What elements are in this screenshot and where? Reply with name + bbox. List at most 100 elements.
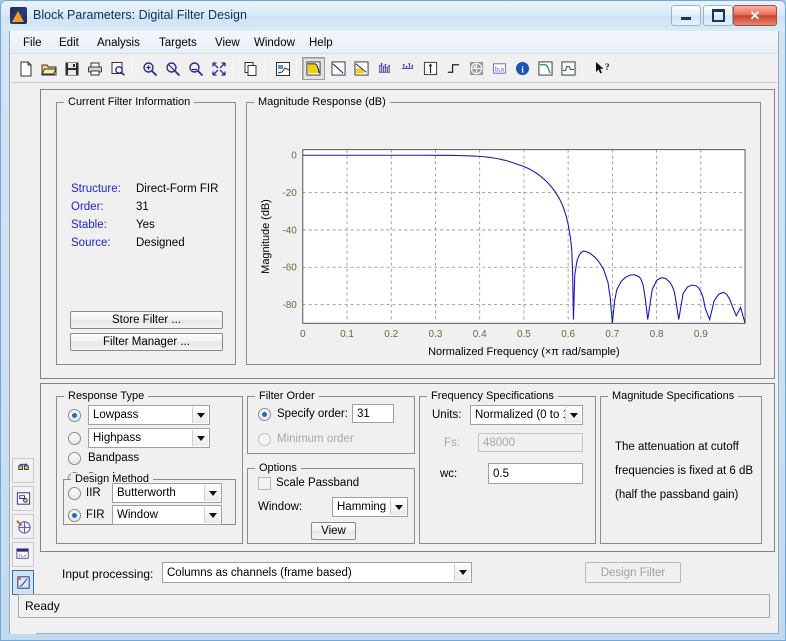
filter-specifications-icon[interactable]	[271, 57, 294, 80]
units-label: Units:	[432, 409, 461, 421]
source-label: Source:	[71, 237, 111, 249]
source-value: Designed	[136, 237, 185, 249]
chevron-down-icon[interactable]	[565, 407, 581, 423]
view-button[interactable]: View	[311, 522, 356, 540]
window-combo-value: Hamming	[337, 501, 386, 513]
units-combo[interactable]: Normalized (0 to 1)	[470, 405, 583, 425]
save-icon[interactable]	[60, 57, 83, 80]
svg-text:0.9: 0.9	[694, 329, 708, 340]
phase-delay-icon[interactable]	[396, 57, 419, 80]
design-filter-button[interactable]: Design Filter	[585, 562, 681, 583]
iir-method-combo[interactable]: Butterworth	[112, 483, 222, 503]
svg-text:0.3: 0.3	[429, 329, 443, 340]
svg-text:0.7: 0.7	[605, 329, 619, 340]
minimize-icon	[672, 6, 700, 25]
radio-fir[interactable]	[68, 509, 81, 522]
wc-label: wc:	[440, 468, 457, 480]
radio-iir[interactable]	[68, 487, 81, 500]
impulse-response-icon[interactable]	[419, 57, 442, 80]
menu-edit[interactable]: Edit	[52, 35, 86, 51]
chevron-down-icon[interactable]	[204, 485, 220, 501]
context-help-icon[interactable]: ?	[589, 57, 612, 80]
new-file-icon[interactable]	[14, 57, 37, 80]
pole-zero-editor-icon[interactable]	[12, 514, 34, 539]
group-delay-icon[interactable]	[373, 57, 396, 80]
bottom-row: Input processing: Columns as channels (f…	[40, 558, 775, 588]
print-preview-icon[interactable]	[106, 57, 129, 80]
close-button[interactable]: ✕	[733, 5, 777, 26]
lowpass-combo[interactable]: Lowpass	[88, 405, 210, 425]
full-view-icon[interactable]	[207, 57, 230, 80]
zoom-in-icon[interactable]	[138, 57, 161, 80]
phase-response-icon[interactable]	[327, 57, 350, 80]
magnitude-and-phase-icon[interactable]	[350, 57, 373, 80]
copy-icon[interactable]	[239, 57, 262, 80]
magnitude-response-chart[interactable]: 00.10.20.30.40.50.60.70.80.90-20-40-60-8…	[247, 103, 760, 364]
magnitude-response-icon[interactable]	[302, 57, 325, 80]
menu-window[interactable]: Window	[247, 35, 302, 51]
chevron-down-icon[interactable]	[192, 407, 208, 423]
set-quantization-parameters-icon[interactable]: b,a	[12, 542, 34, 567]
radio-minimum-order[interactable]	[258, 433, 271, 446]
maximize-button[interactable]	[703, 5, 733, 26]
menu-analysis[interactable]: Analysis	[90, 35, 147, 51]
input-processing-value: Columns as channels (frame based)	[167, 567, 352, 579]
order-label: Order:	[71, 201, 104, 213]
pole-zero-plot-icon[interactable]	[465, 57, 488, 80]
input-processing-label: Input processing:	[62, 567, 153, 581]
label-fir: FIR	[86, 509, 105, 521]
store-filter-button[interactable]: Store Filter ...	[70, 311, 223, 329]
filter-manager-button[interactable]: Filter Manager ...	[70, 333, 223, 351]
scale-passband-checkbox[interactable]	[258, 477, 271, 490]
application-window: Block Parameters: Digital Filter Design …	[0, 0, 786, 641]
svg-text:0.8: 0.8	[650, 329, 664, 340]
open-file-icon[interactable]	[37, 57, 60, 80]
magnitude-response-estimate-icon[interactable]	[534, 57, 557, 80]
chevron-down-icon[interactable]	[204, 507, 220, 523]
chevron-down-icon[interactable]	[390, 499, 406, 515]
client-area: File Edit Analysis Targets View Window H…	[9, 31, 779, 634]
menu-file[interactable]: File	[16, 35, 49, 51]
fir-method-value: Window	[117, 509, 158, 521]
import-filter-icon[interactable]	[12, 486, 34, 511]
structure-label: Structure:	[71, 183, 121, 195]
menu-view[interactable]: View	[208, 35, 247, 51]
round-off-noise-power-icon[interactable]	[557, 57, 580, 80]
radio-highpass[interactable]	[68, 432, 81, 445]
design-filter-icon[interactable]	[12, 458, 34, 483]
highpass-combo[interactable]: Highpass	[88, 428, 210, 448]
magnitude-spec-line-3: (half the passband gain)	[615, 489, 738, 501]
fs-input[interactable]: 48000	[478, 433, 583, 452]
window-combo[interactable]: Hamming	[332, 497, 408, 517]
toolbar: b,a i ?	[10, 54, 778, 83]
window-title: Block Parameters: Digital Filter Design	[33, 8, 247, 22]
fs-label: Fs:	[444, 437, 460, 449]
wc-input[interactable]: 0.5	[488, 463, 583, 484]
minimize-button[interactable]	[671, 5, 701, 26]
radio-lowpass[interactable]	[68, 409, 81, 422]
fir-method-combo[interactable]: Window	[112, 505, 222, 525]
wc-input-value: 0.5	[493, 468, 509, 480]
filter-coefficients-icon[interactable]: b,a	[488, 57, 511, 80]
chevron-down-icon[interactable]	[192, 430, 208, 446]
filter-information-icon[interactable]: i	[511, 57, 534, 80]
window-label: Window:	[258, 501, 302, 513]
radio-specify-order[interactable]	[258, 408, 271, 421]
filter-order-legend: Filter Order	[255, 390, 319, 402]
magnitude-specifications-panel: Magnitude Specifications The attenuation…	[600, 396, 762, 544]
step-response-icon[interactable]	[442, 57, 465, 80]
options-legend: Options	[255, 462, 301, 474]
design-method-panel: Design Method IIR Butterworth FIR Window	[63, 479, 236, 525]
chevron-down-icon[interactable]	[454, 564, 470, 581]
radio-bandpass[interactable]	[68, 452, 81, 465]
svg-text:0.5: 0.5	[517, 329, 531, 340]
zoom-region-icon[interactable]	[184, 57, 207, 80]
input-processing-combo[interactable]: Columns as channels (frame based)	[162, 562, 472, 583]
units-combo-value: Normalized (0 to 1)	[475, 409, 573, 421]
menu-targets[interactable]: Targets	[152, 35, 204, 51]
transform-filter-icon[interactable]	[12, 570, 34, 595]
order-input[interactable]: 31	[352, 404, 394, 423]
print-icon[interactable]	[83, 57, 106, 80]
menu-help[interactable]: Help	[302, 35, 340, 51]
zoom-out-icon[interactable]	[161, 57, 184, 80]
